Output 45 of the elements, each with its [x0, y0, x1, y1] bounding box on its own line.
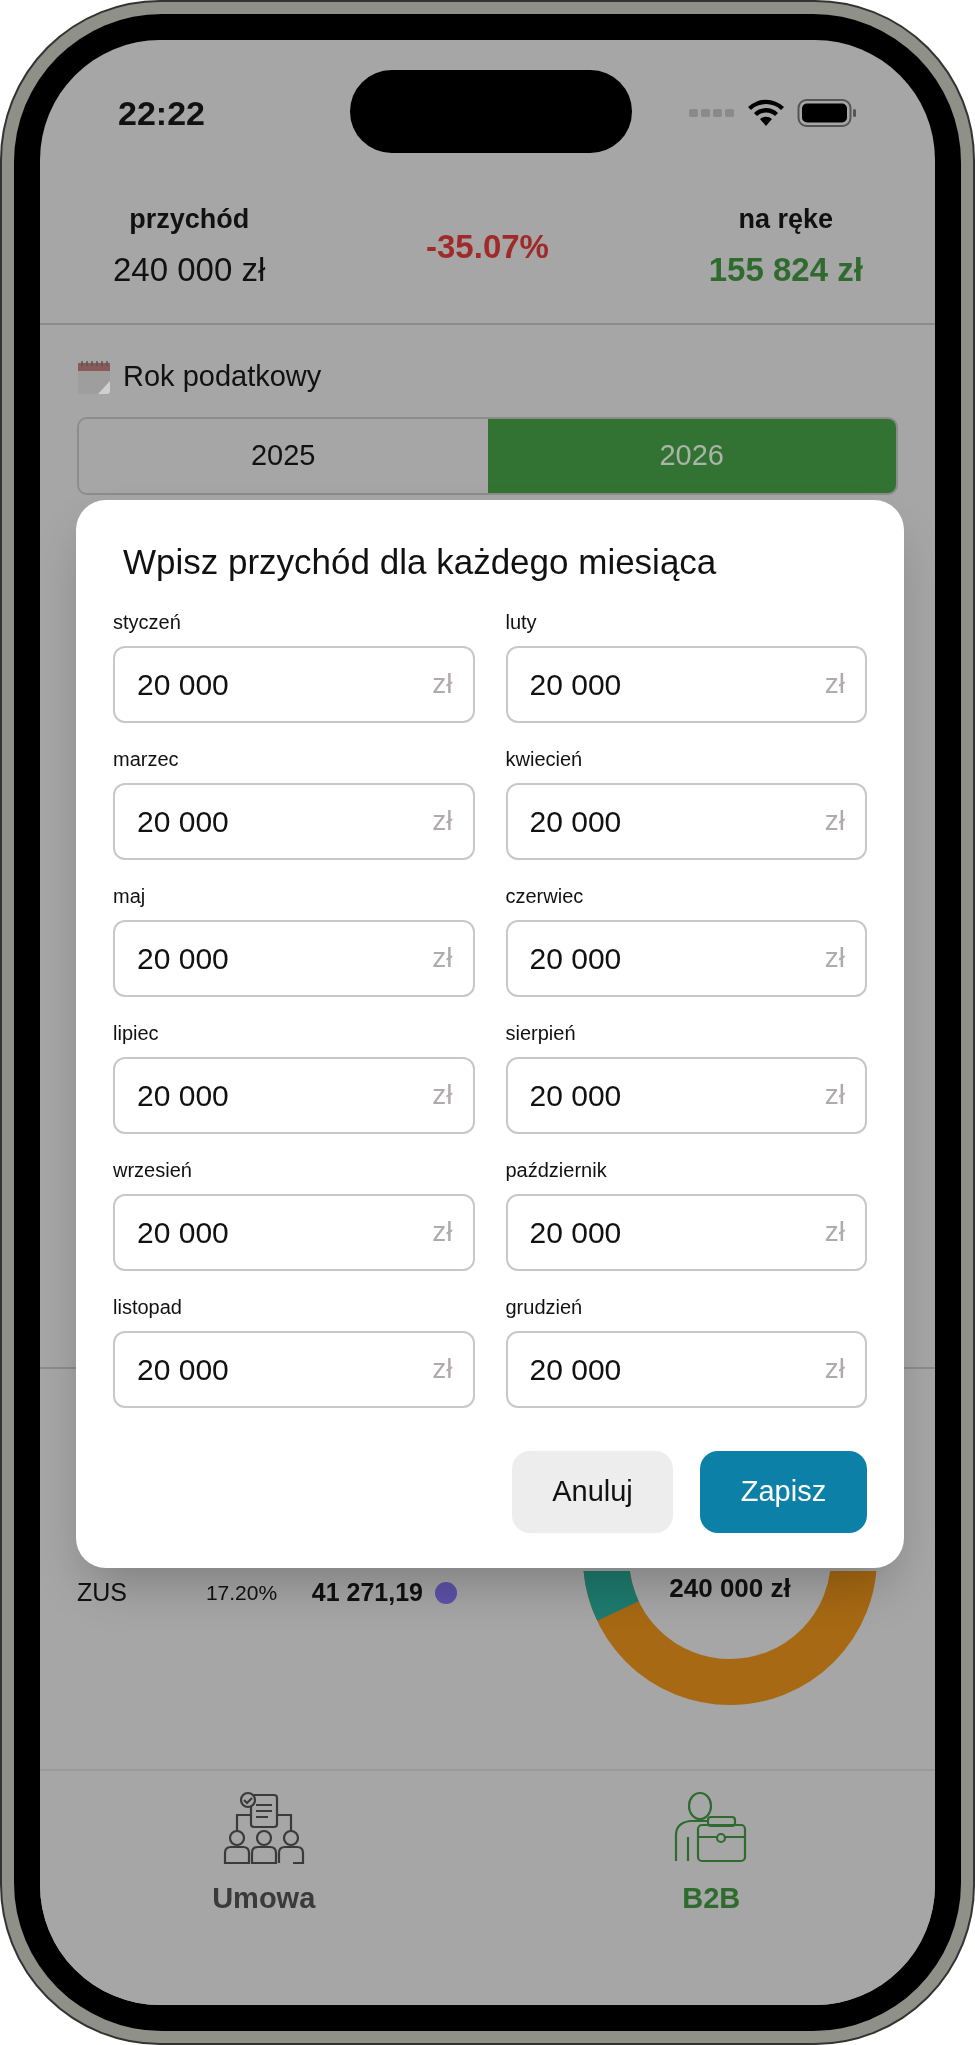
net-label: na ręke [738, 202, 834, 236]
currency-unit: zł [432, 804, 453, 838]
month-label: grudzień [505, 1295, 584, 1320]
currency-unit: zł [824, 1352, 845, 1386]
currency-unit: zł [432, 1215, 453, 1249]
currency-unit: zł [432, 667, 453, 701]
breakdown-percent: 17.20% [205, 1580, 279, 1607]
income-value: 240 000 zł [113, 250, 266, 290]
save-button[interactable]: Zapisz [700, 1451, 867, 1533]
cancel-button[interactable]: Anuluj [512, 1451, 673, 1533]
month-label: styczeń [113, 610, 182, 635]
wifi-icon [747, 99, 785, 127]
cellular-signal-icon [689, 108, 735, 118]
month-label: październik [505, 1158, 608, 1183]
breakdown-amount: 41 271,19 [311, 1577, 423, 1609]
month-label: listopad [113, 1295, 183, 1320]
month-label: kwiecień [505, 747, 584, 772]
battery-icon [797, 98, 857, 128]
dialog-title: Wpisz przychód dla każdego miesiąca [122, 541, 718, 583]
currency-unit: zł [432, 1352, 453, 1386]
person-briefcase-icon [674, 1791, 749, 1865]
tab-bar-item[interactable]: Umowa [40, 1791, 488, 1921]
month-label: lipiec [113, 1021, 160, 1046]
month-label: czerwiec [505, 884, 585, 909]
currency-unit: zł [824, 941, 845, 975]
month-label: wrzesień [113, 1158, 193, 1183]
currency-unit: zł [824, 1078, 845, 1112]
calendar-icon [77, 358, 111, 395]
net-change-percent: -35.07% [426, 226, 549, 267]
currency-unit: zł [432, 941, 453, 975]
net-value: 155 824 zł [708, 250, 863, 290]
income-label: przychód [129, 202, 250, 236]
month-label: maj [113, 884, 147, 909]
tax-year-label: Rok podatkowy [123, 359, 322, 394]
month-label: luty [505, 610, 538, 635]
status-time: 22:22 [118, 92, 205, 134]
currency-unit: zł [824, 804, 845, 838]
month-label: sierpień [505, 1021, 577, 1046]
currency-unit: zł [432, 1078, 453, 1112]
currency-unit: zł [824, 667, 845, 701]
donut-center-total: 240 000 zł [668, 1573, 792, 1603]
month-label: marzec [113, 747, 180, 772]
team-document-icon [222, 1791, 305, 1865]
breakdown-name: ZUS [77, 1577, 128, 1609]
currency-unit: zł [824, 1215, 845, 1249]
